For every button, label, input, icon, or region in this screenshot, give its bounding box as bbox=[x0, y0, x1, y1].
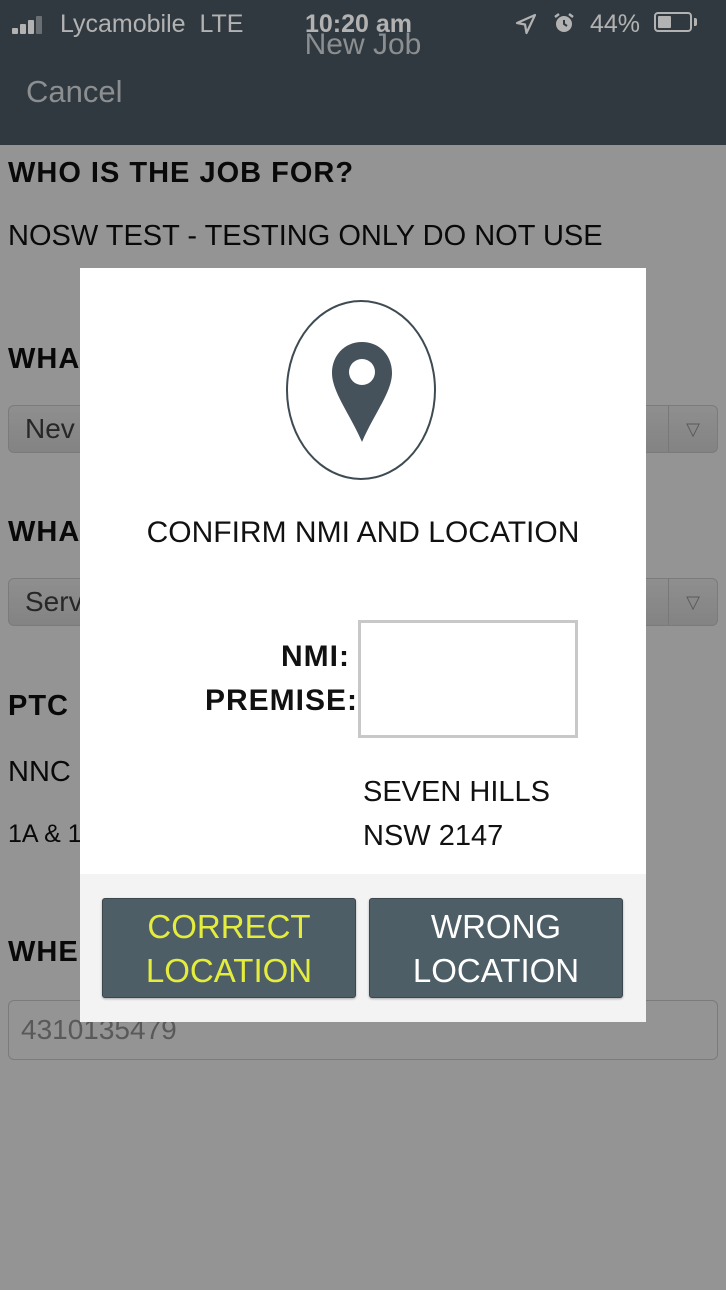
address-suburb: SEVEN HILLS bbox=[363, 776, 550, 808]
wrong-location-label-line2: LOCATION bbox=[412, 952, 580, 989]
map-pin-icon bbox=[332, 342, 392, 442]
wrong-location-button[interactable]: WRONG LOCATION bbox=[369, 898, 623, 998]
dialog-footer: CORRECT LOCATION WRONG LOCATION bbox=[80, 874, 646, 1022]
confirm-location-dialog: CONFIRM NMI AND LOCATION NMI: PREMISE: S… bbox=[80, 268, 646, 1022]
premise-label: PREMISE: bbox=[204, 684, 358, 717]
nmi-label: NMI: bbox=[281, 640, 350, 673]
nmi-value-box bbox=[358, 620, 578, 738]
correct-location-button[interactable]: CORRECT LOCATION bbox=[102, 898, 356, 998]
address-state-postcode: NSW 2147 bbox=[363, 820, 504, 852]
correct-location-label-line2: LOCATION bbox=[145, 952, 313, 989]
nav-dim-overlay bbox=[0, 0, 726, 145]
dialog-title: CONFIRM NMI AND LOCATION bbox=[146, 516, 580, 549]
correct-location-label-line1: CORRECT bbox=[147, 908, 311, 945]
wrong-location-label-line1: WRONG bbox=[430, 908, 562, 945]
